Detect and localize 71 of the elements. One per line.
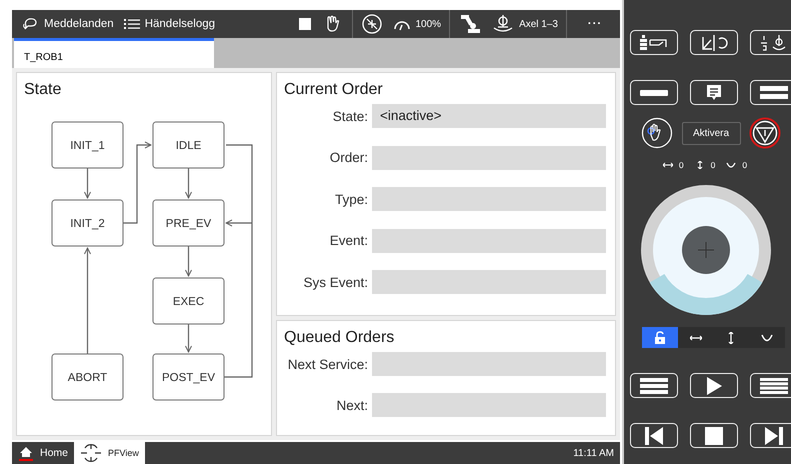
connector-arrow: [185, 324, 192, 352]
connector-arrow: [185, 246, 192, 276]
taskbar-item[interactable]: Home: [12, 442, 74, 464]
tool-button[interactable]: [630, 30, 678, 55]
field-label: Sys Event:: [302, 274, 369, 290]
jog-reading: 0: [742, 160, 748, 170]
axes-button[interactable]: Axel 1–3: [487, 10, 563, 38]
play-button[interactable]: [690, 373, 738, 398]
skip-back-button[interactable]: [630, 423, 678, 448]
dash-icon: [640, 90, 668, 96]
panel-title: Queued Orders: [283, 328, 396, 347]
vertical-arrow-icon: [727, 332, 736, 344]
state-node: IDLE: [152, 122, 224, 168]
double-bar-icon: [760, 86, 788, 100]
state-node: EXEC: [152, 278, 224, 324]
triple-bar-icon: [640, 378, 668, 394]
play-icon: [706, 376, 722, 394]
horizontal-arrow-icon: [662, 161, 673, 169]
value-field: <inactive>: [372, 104, 606, 128]
clock: 11:11 AM: [573, 448, 615, 458]
field-label: Type:: [334, 192, 369, 206]
axis-joystick-icon: [492, 14, 514, 34]
field-label: Next Service:: [286, 356, 369, 372]
activate-button[interactable]: Aktivera: [682, 122, 740, 144]
frame-button[interactable]: [690, 30, 738, 55]
state-node: POST_EV: [152, 354, 224, 400]
note-icon: [706, 84, 722, 102]
hand-touch-icon[interactable]: [641, 117, 673, 149]
state-node: ABORT: [52, 354, 124, 400]
vertical-arrow-icon: [694, 161, 705, 169]
field-label: Event:: [328, 233, 369, 248]
minus-button[interactable]: [630, 80, 678, 105]
home-icon: [18, 445, 34, 461]
event-log-button[interactable]: Händelselogg: [118, 10, 220, 38]
skip-forward-icon: [765, 426, 783, 444]
field-label: Next:: [335, 398, 369, 412]
unlock-icon: [654, 330, 666, 344]
quad-bar-icon: [760, 378, 788, 394]
triple-bar-button[interactable]: [630, 373, 678, 398]
increment-button[interactable]: [750, 30, 791, 55]
speed-button[interactable]: 100%: [388, 10, 446, 38]
field-label: Order:: [328, 150, 369, 165]
double-bar-button[interactable]: [750, 80, 791, 105]
state-node: INIT_1: [52, 122, 124, 168]
connector-arrow: [185, 168, 192, 198]
more-button[interactable]: ···: [570, 10, 620, 38]
messages-button[interactable]: Meddelanden: [18, 10, 119, 38]
tab[interactable]: T_ROB1: [14, 38, 214, 68]
state-node: PRE_EV: [152, 200, 224, 246]
joystick-wheel[interactable]: [640, 184, 772, 316]
skip-back-icon: [645, 426, 663, 444]
stop-icon: [705, 426, 723, 444]
note-button[interactable]: [690, 80, 738, 105]
field-label: State:: [332, 108, 369, 124]
list-icon: [124, 18, 140, 30]
panel-title: State: [23, 80, 62, 99]
taskbar-item[interactable]: PFView: [74, 442, 145, 464]
quad-bar-button[interactable]: [750, 373, 791, 398]
connector-arrow: [84, 168, 91, 198]
panel-title: Current Order: [283, 80, 384, 99]
bottle-tool-icon: [639, 34, 669, 50]
robot-arm-icon[interactable]: [459, 14, 482, 34]
stop-button[interactable]: [690, 423, 738, 448]
emergency-stop-icon[interactable]: [749, 117, 781, 149]
jog-reading: 0: [678, 160, 684, 170]
stop-icon[interactable]: [298, 18, 310, 30]
skip-forward-button[interactable]: [750, 423, 791, 448]
state-node: INIT_2: [52, 200, 124, 246]
jog-reading: 0: [710, 160, 716, 170]
horizontal-arrow-icon: [690, 334, 702, 342]
chat-bubbles-icon: [23, 17, 39, 31]
